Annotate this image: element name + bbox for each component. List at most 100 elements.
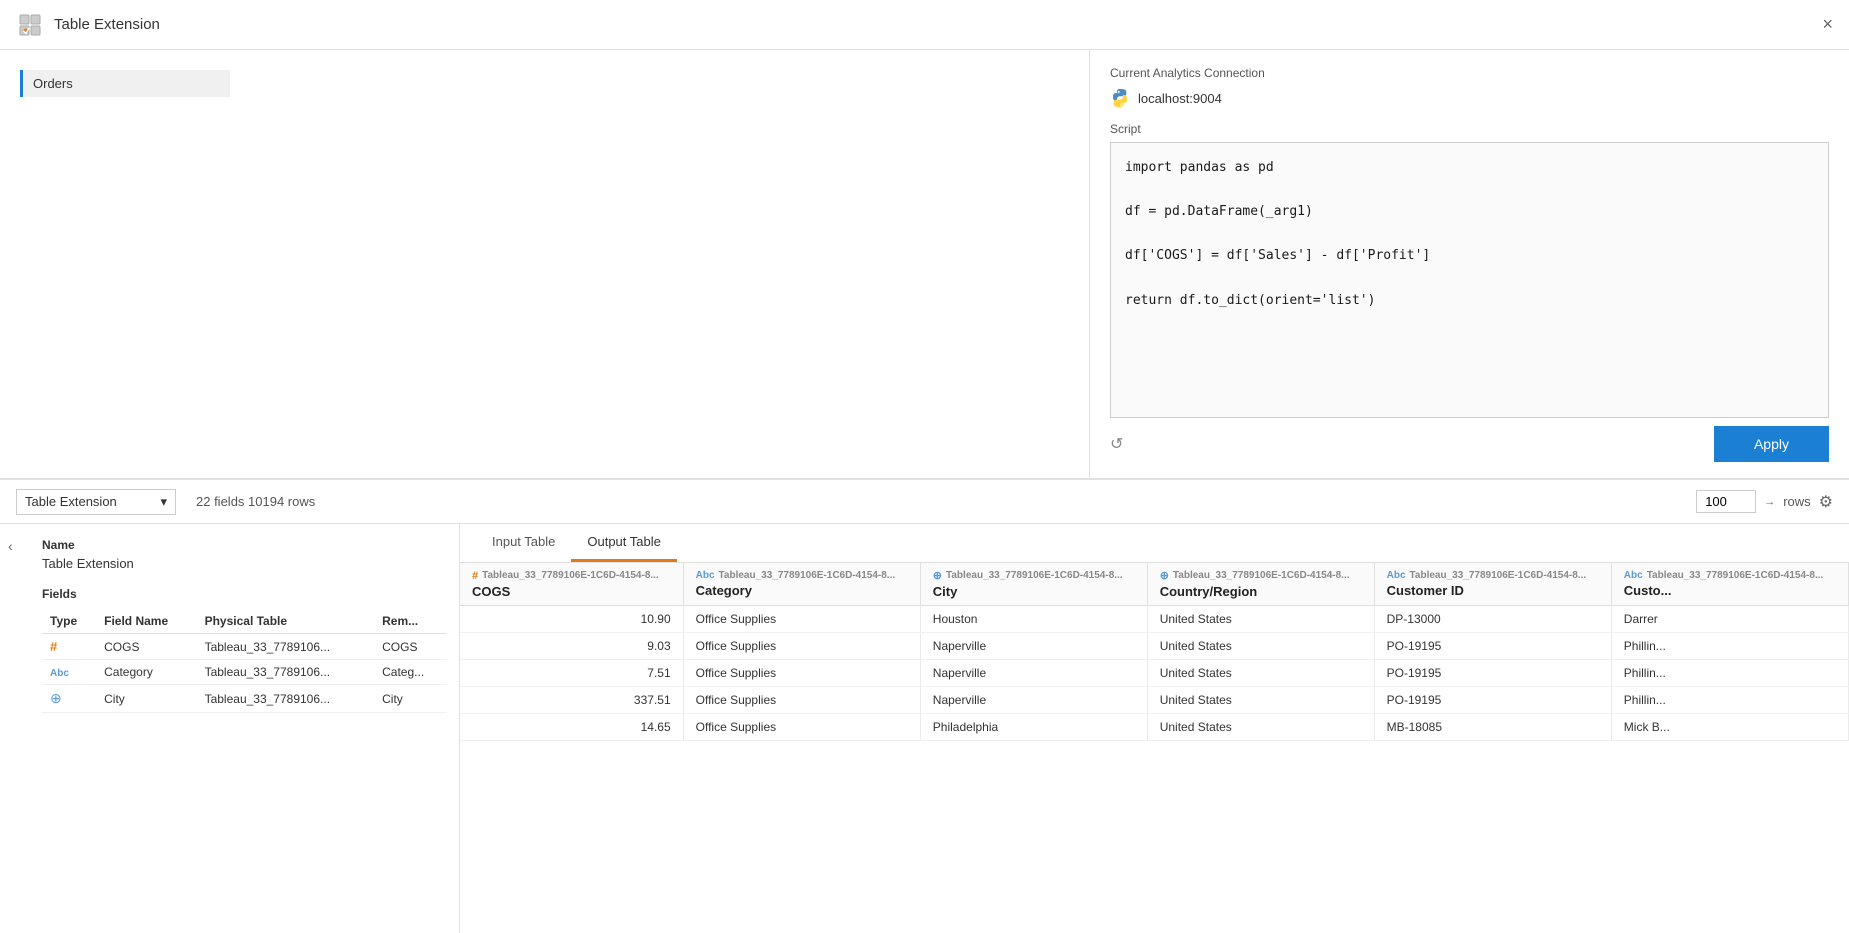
table-row: 10.90Office SuppliesHoustonUnited States… [460, 606, 1849, 633]
table-extension-icon [16, 11, 44, 39]
table-name-input[interactable] [20, 70, 230, 97]
field-type: # [42, 634, 96, 660]
table-cell: Mick B... [1611, 714, 1848, 741]
data-table: # Tableau_33_7789106E-1C6D-4154-8... COG… [460, 563, 1849, 741]
table-cell: Houston [920, 606, 1147, 633]
table-cell: Office Supplies [683, 606, 920, 633]
tab-output-table[interactable]: Output Table [571, 524, 676, 562]
top-section: Current Analytics Connection localhost:9… [0, 50, 1849, 480]
fields-count: 22 fields 10194 rows [196, 494, 315, 509]
left-panel [0, 50, 1090, 478]
table-cell: DP-13000 [1374, 606, 1611, 633]
table-cell: PO-19195 [1374, 660, 1611, 687]
col-header-fieldname: Field Name [96, 609, 196, 634]
tab-input-table[interactable]: Input Table [476, 524, 571, 562]
table-cell: Office Supplies [683, 660, 920, 687]
table-cell: United States [1147, 687, 1374, 714]
table-cell: Naperville [920, 633, 1147, 660]
rows-control: → rows ⚙ [1696, 490, 1833, 513]
table-cell: Phillin... [1611, 660, 1848, 687]
col-name: Category [696, 583, 908, 598]
extension-select-arrow: ▾ [160, 494, 167, 510]
col-header-type: Type [42, 609, 96, 634]
window-title: Table Extension [54, 16, 1822, 33]
rows-input[interactable] [1696, 490, 1756, 513]
field-physical-table: Tableau_33_7789106... [197, 634, 375, 660]
col-type-indicator: Abc Tableau_33_7789106E-1C6D-4154-8... [696, 570, 908, 581]
col-uuid: Tableau_33_7789106E-1C6D-4154-8... [946, 570, 1123, 581]
app-window: Table Extension × Current Analytics Conn… [0, 0, 1849, 933]
table-cell: United States [1147, 606, 1374, 633]
table-row: 7.51Office SuppliesNapervilleUnited Stat… [460, 660, 1849, 687]
right-panel: Current Analytics Connection localhost:9… [1090, 50, 1849, 478]
table-cell: United States [1147, 714, 1374, 741]
col-uuid: Tableau_33_7789106E-1C6D-4154-8... [1173, 570, 1350, 581]
col-type-indicator: ⊕ Tableau_33_7789106E-1C6D-4154-8... [933, 569, 1135, 582]
col-header-physical: Physical Table [197, 609, 375, 634]
table-cell: Office Supplies [683, 687, 920, 714]
field-type: Abc [42, 660, 96, 685]
field-name: COGS [96, 634, 196, 660]
col-name: COGS [472, 584, 671, 599]
col-name: Customer ID [1387, 583, 1599, 598]
field-name: City [96, 685, 196, 713]
field-rem: COGS [374, 634, 447, 660]
apply-button[interactable]: Apply [1714, 426, 1829, 462]
field-physical-table: Tableau_33_7789106... [197, 660, 375, 685]
extension-select[interactable]: Table Extension ▾ [16, 489, 176, 515]
python-icon [1110, 88, 1130, 108]
table-cell: Philadelphia [920, 714, 1147, 741]
table-cell: Naperville [920, 660, 1147, 687]
script-bottom-bar: ↺ Apply [1110, 426, 1829, 462]
field-name: Category [96, 660, 196, 685]
table-cell: 14.65 [460, 714, 683, 741]
field-rem: City [374, 685, 447, 713]
analytics-connection: localhost:9004 [1110, 88, 1829, 108]
lower-section: ‹ Name Table Extension Fields Type Field… [0, 524, 1849, 933]
collapse-button[interactable]: ‹ [0, 524, 30, 933]
script-editor[interactable]: import pandas as pd df = pd.DataFrame(_a… [1110, 142, 1829, 418]
script-reset-icon[interactable]: ↺ [1110, 434, 1123, 454]
col-uuid: Tableau_33_7789106E-1C6D-4154-8... [482, 570, 659, 581]
table-cell: 9.03 [460, 633, 683, 660]
data-view: Input Table Output Table # Tableau_33_77… [460, 524, 1849, 933]
rows-arrow: → [1764, 496, 1775, 508]
table-row: 337.51Office SuppliesNapervilleUnited St… [460, 687, 1849, 714]
extension-select-label: Table Extension [25, 494, 117, 509]
col-type-indicator: Abc Tableau_33_7789106E-1C6D-4154-8... [1624, 570, 1836, 581]
data-table-wrapper: # Tableau_33_7789106E-1C6D-4154-8... COG… [460, 563, 1849, 933]
table-cell: 10.90 [460, 606, 683, 633]
col-uuid: Tableau_33_7789106E-1C6D-4154-8... [1410, 570, 1587, 581]
side-nav: Name Table Extension Fields Type Field N… [30, 524, 459, 933]
col-header-rem: Rem... [374, 609, 447, 634]
col-name: Custo... [1624, 583, 1836, 598]
table-cell: Naperville [920, 687, 1147, 714]
col-uuid: Tableau_33_7789106E-1C6D-4154-8... [1647, 570, 1824, 581]
table-cell: 7.51 [460, 660, 683, 687]
col-type-indicator: Abc Tableau_33_7789106E-1C6D-4154-8... [1387, 570, 1599, 581]
table-cell: Phillin... [1611, 687, 1848, 714]
table-cell: Darrer [1611, 606, 1848, 633]
fields-table: Type Field Name Physical Table Rem... # … [42, 609, 447, 713]
name-label: Name [42, 538, 447, 552]
col-type-indicator: # Tableau_33_7789106E-1C6D-4154-8... [472, 570, 671, 582]
table-cell: PO-19195 [1374, 687, 1611, 714]
table-cell: United States [1147, 660, 1374, 687]
field-physical-table: Tableau_33_7789106... [197, 685, 375, 713]
connection-name: localhost:9004 [1138, 91, 1222, 106]
table-cell: 337.51 [460, 687, 683, 714]
close-button[interactable]: × [1822, 14, 1833, 35]
field-type: ⊕ [42, 685, 96, 713]
fields-title: Fields [42, 587, 447, 601]
col-uuid: Tableau_33_7789106E-1C6D-4154-8... [719, 570, 896, 581]
table-cell: Office Supplies [683, 633, 920, 660]
table-cell: PO-19195 [1374, 633, 1611, 660]
table-row: 9.03Office SuppliesNapervilleUnited Stat… [460, 633, 1849, 660]
script-label: Script [1110, 122, 1829, 136]
table-cell: Office Supplies [683, 714, 920, 741]
table-cell: Phillin... [1611, 633, 1848, 660]
settings-icon[interactable]: ⚙ [1819, 492, 1833, 512]
script-content: import pandas as pd df = pd.DataFrame(_a… [1125, 157, 1814, 312]
col-type-indicator: ⊕ Tableau_33_7789106E-1C6D-4154-8... [1160, 569, 1362, 582]
lower-left: ‹ Name Table Extension Fields Type Field… [0, 524, 460, 933]
